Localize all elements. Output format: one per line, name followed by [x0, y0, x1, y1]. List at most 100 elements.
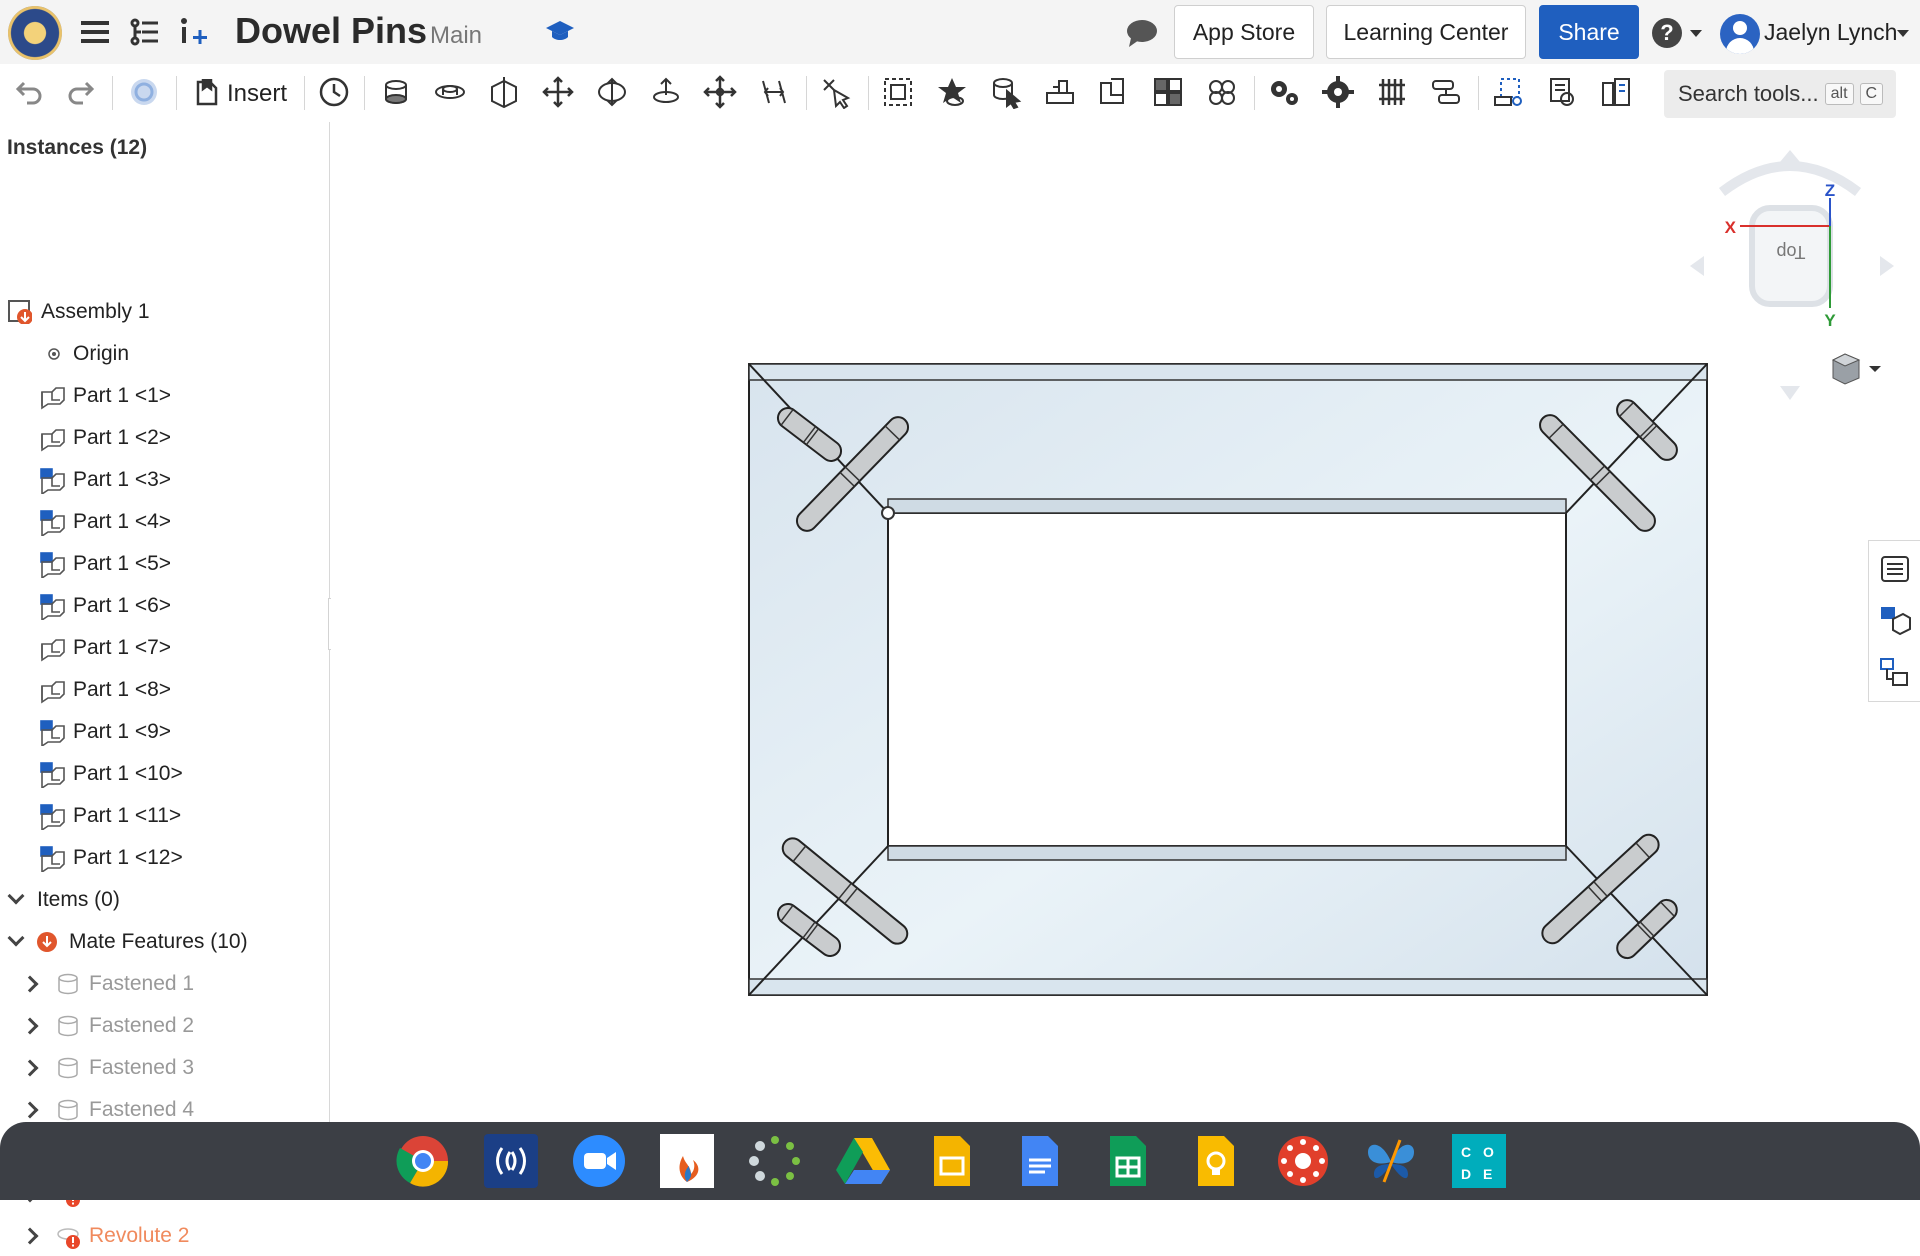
- view-options-cube-icon[interactable]: [1831, 352, 1891, 388]
- canvas-icon[interactable]: [1276, 1134, 1330, 1188]
- fastened-mate-icon[interactable]: [376, 72, 416, 112]
- history-icon[interactable]: [314, 72, 354, 112]
- mate-feature-row[interactable]: Fastened 2: [0, 1006, 328, 1046]
- branch-name[interactable]: Main: [430, 22, 482, 50]
- part-instance-row[interactable]: Part 1 <5>: [0, 544, 328, 584]
- mate-feature-row[interactable]: Fastened 1: [0, 964, 328, 1004]
- illuminate-icon[interactable]: [660, 1134, 714, 1188]
- section-view-icon[interactable]: [1596, 72, 1636, 112]
- circular-pattern-icon[interactable]: [1040, 72, 1080, 112]
- help-dropdown-caret-icon[interactable]: [1690, 30, 1702, 37]
- chevron-right-icon[interactable]: [21, 1017, 39, 1035]
- keep-icon[interactable]: [1188, 1134, 1242, 1188]
- part-instance-row[interactable]: Part 1 <3>: [0, 460, 328, 500]
- user-avatar[interactable]: [1720, 14, 1760, 54]
- rotate-down-arrow-icon[interactable]: [1780, 386, 1800, 400]
- measure-icon[interactable]: [1488, 72, 1528, 112]
- mate-feature-row[interactable]: Fastened 3: [0, 1048, 328, 1088]
- education-cap-icon[interactable]: [545, 18, 575, 44]
- mate-features-section[interactable]: Mate Features (10): [0, 922, 328, 962]
- app-waves-icon[interactable]: [484, 1134, 538, 1188]
- instance-list-icon[interactable]: [1879, 657, 1911, 689]
- part-instance-row[interactable]: Part 1 <8>: [0, 670, 328, 710]
- part-instance-row[interactable]: Part 1 <6>: [0, 586, 328, 626]
- butterfly-icon[interactable]: [1364, 1134, 1418, 1188]
- version-graph-icon[interactable]: [126, 14, 162, 50]
- chevron-right-icon[interactable]: [21, 975, 39, 993]
- add-tab-icon[interactable]: [174, 14, 210, 50]
- part-instance-row[interactable]: Part 1 <2>: [0, 418, 328, 458]
- named-views-icon[interactable]: [1542, 72, 1582, 112]
- comments-icon[interactable]: [1125, 18, 1159, 53]
- chevron-right-icon[interactable]: [21, 1227, 39, 1245]
- share-button[interactable]: Share: [1539, 5, 1639, 59]
- search-tools-input[interactable]: Search tools... alt C: [1664, 70, 1896, 118]
- gear-relation-icon[interactable]: [1264, 72, 1304, 112]
- insert-icon[interactable]: [186, 72, 226, 112]
- regenerate-icon[interactable]: [124, 72, 164, 112]
- assembly-row[interactable]: Assembly 1: [0, 292, 328, 332]
- ball-mate-icon[interactable]: [700, 72, 740, 112]
- part-instance-row[interactable]: Part 1 <11>: [0, 796, 328, 836]
- rotate-right-arrow-icon[interactable]: [1880, 256, 1894, 276]
- mate-feature-row-label: Revolute 2: [89, 1224, 190, 1247]
- chevron-down-icon[interactable]: [7, 887, 25, 905]
- part-instance-row[interactable]: Part 1 <10>: [0, 754, 328, 794]
- chrome-icon[interactable]: [396, 1134, 450, 1188]
- part-instance-row[interactable]: Part 1 <12>: [0, 838, 328, 878]
- fastened-mate-icon: [56, 1098, 80, 1122]
- origin-row[interactable]: Origin: [0, 334, 328, 374]
- part-instance-row[interactable]: Part 1 <4>: [0, 502, 328, 542]
- insert-button-label[interactable]: Insert: [227, 80, 287, 108]
- school-logo-icon[interactable]: [8, 6, 62, 60]
- exploded-view-icon[interactable]: [1148, 72, 1188, 112]
- properties-panel-icon[interactable]: [1879, 553, 1911, 585]
- user-name[interactable]: Jaelyn Lynch: [1764, 19, 1897, 46]
- document-title[interactable]: Dowel Pins: [235, 10, 427, 52]
- part-instance-row[interactable]: Part 1 <9>: [0, 712, 328, 752]
- zoom-icon[interactable]: [572, 1134, 626, 1188]
- parallel-mate-icon[interactable]: [754, 72, 794, 112]
- part-instance-row[interactable]: Part 1 <7>: [0, 628, 328, 668]
- pin-slot-mate-icon[interactable]: [646, 72, 686, 112]
- planar-mate-icon[interactable]: [538, 72, 578, 112]
- tangent-mate-icon[interactable]: [1094, 72, 1134, 112]
- help-icon[interactable]: ?: [1652, 18, 1682, 48]
- revolute-mate-icon[interactable]: [430, 72, 470, 112]
- slider-mate-icon[interactable]: [484, 72, 524, 112]
- part-instance-row[interactable]: Part 1 <1>: [0, 376, 328, 416]
- mate-connector-icon[interactable]: [816, 72, 856, 112]
- learning-center-button[interactable]: Learning Center: [1326, 5, 1526, 59]
- undo-icon[interactable]: [8, 72, 48, 112]
- origin-point-icon[interactable]: [881, 506, 895, 520]
- rack-pinion-relation-icon[interactable]: [1318, 72, 1358, 112]
- google-sheets-icon[interactable]: [1100, 1134, 1154, 1188]
- dots-loader-icon[interactable]: [748, 1134, 802, 1188]
- picture-frame[interactable]: [748, 363, 1708, 996]
- user-dropdown-caret-icon[interactable]: [1897, 30, 1909, 37]
- parts-cluster-icon[interactable]: [1202, 72, 1242, 112]
- mate-feature-row[interactable]: Revolute 2: [0, 1216, 328, 1256]
- app-store-button[interactable]: App Store: [1174, 5, 1314, 59]
- chevron-right-icon[interactable]: [21, 1101, 39, 1119]
- google-slides-icon[interactable]: [924, 1134, 978, 1188]
- items-section[interactable]: Items (0): [0, 880, 328, 920]
- code-org-icon[interactable]: CODE: [1452, 1134, 1506, 1188]
- redo-icon[interactable]: [62, 72, 102, 112]
- chevron-right-icon[interactable]: [21, 1059, 39, 1077]
- group-icon[interactable]: [878, 72, 918, 112]
- rotate-left-arrow-icon[interactable]: [1690, 256, 1704, 276]
- screw-relation-icon[interactable]: [1372, 72, 1412, 112]
- revolute-error-icon: [56, 1224, 80, 1249]
- rotate-up-arrow-icon[interactable]: [1780, 150, 1800, 162]
- bill-of-materials-icon[interactable]: [1879, 605, 1911, 637]
- chevron-down-icon[interactable]: [7, 929, 25, 947]
- google-docs-icon[interactable]: [1012, 1134, 1066, 1188]
- cylindrical-mate-icon[interactable]: [592, 72, 632, 112]
- replicate-icon[interactable]: [932, 72, 972, 112]
- linear-relation-icon[interactable]: [1426, 72, 1466, 112]
- linear-pattern-icon[interactable]: [986, 72, 1026, 112]
- graphics-viewport[interactable]: Top X Y Z: [331, 122, 1920, 1122]
- menu-icon[interactable]: [78, 14, 114, 50]
- google-drive-icon[interactable]: [836, 1134, 890, 1188]
